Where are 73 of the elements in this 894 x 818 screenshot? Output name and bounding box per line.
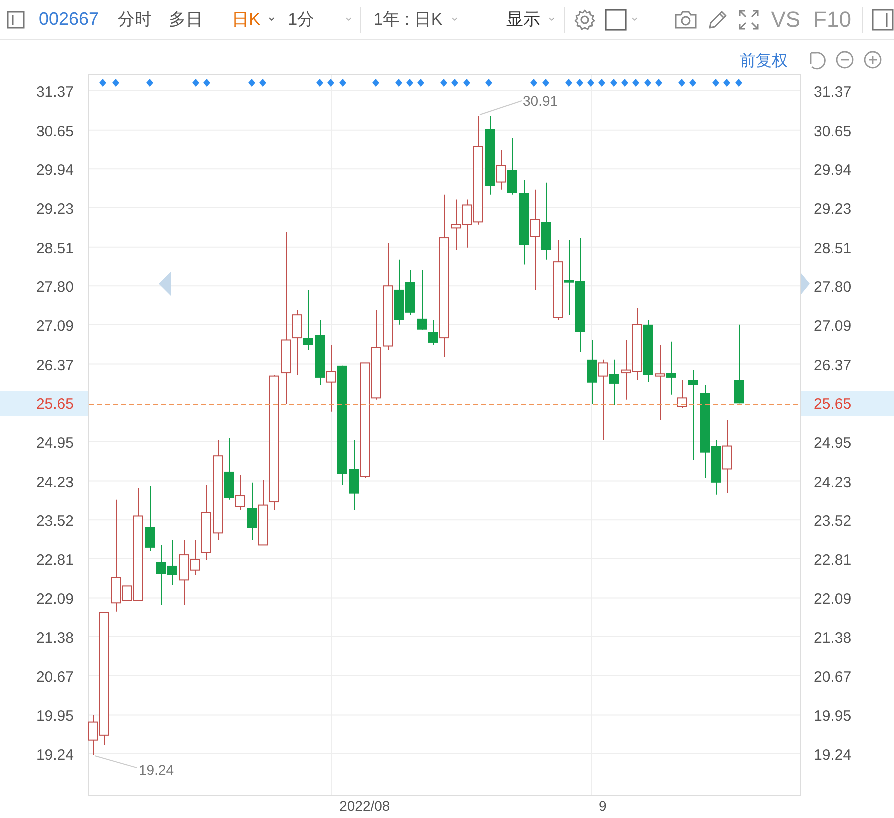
- candle: [452, 199, 462, 251]
- period-tab[interactable]: 分时: [114, 8, 156, 31]
- candle: [316, 320, 326, 386]
- price-tick-label: 22.09: [814, 591, 852, 608]
- undo-icon[interactable]: [810, 52, 826, 70]
- price-tick-label: 23.52: [36, 513, 74, 530]
- price-tick-label: 29.23: [814, 200, 852, 218]
- price-tick-label: 30.65: [36, 123, 74, 140]
- price-tick-label: 31.37: [36, 84, 74, 101]
- price-tick-label: 19.95: [36, 708, 74, 726]
- price-tick-label: 19.95: [814, 708, 852, 726]
- display-dropdown[interactable]: 显示: [502, 8, 544, 31]
- current-price-label: 25.65: [36, 396, 74, 413]
- zoom-in-icon[interactable]: [864, 51, 882, 69]
- low-price-label: 19.24: [139, 762, 174, 778]
- candle: [146, 486, 156, 552]
- price-tick-label: 21.38: [36, 630, 74, 648]
- zoom-out-icon[interactable]: [836, 51, 854, 69]
- price-tick-label: 26.37: [814, 357, 852, 374]
- scroll-right-icon[interactable]: [801, 273, 810, 295]
- price-tick-label: 29.23: [36, 200, 74, 218]
- price-tick-label: 24.23: [814, 474, 852, 492]
- date-axis-label: 2022/08: [340, 798, 390, 814]
- price-tick-label: 29.94: [36, 162, 74, 180]
- price-tick-label: 31.37: [814, 84, 852, 101]
- candle: [644, 320, 654, 383]
- price-tick-label: 24.95: [36, 434, 74, 452]
- caret-icon[interactable]: [269, 16, 276, 23]
- price-tick-label: 23.52: [814, 513, 852, 530]
- date-axis-label: 9: [598, 798, 607, 814]
- period-tab[interactable]: 多日: [165, 8, 208, 31]
- candle: [508, 138, 518, 196]
- price-tick-label: 28.51: [36, 240, 74, 258]
- price-tick-label: 21.38: [814, 630, 852, 648]
- pencil-icon[interactable]: [707, 8, 730, 30]
- price-tick-label: 19.24: [36, 747, 74, 764]
- price-tick-label: 20.67: [36, 668, 74, 686]
- high-price-label: 30.91: [523, 93, 558, 109]
- candle: [622, 340, 632, 400]
- price-tick-label: 19.24: [814, 747, 852, 764]
- price-tick-label: 22.09: [36, 591, 74, 608]
- scroll-left-icon[interactable]: [159, 272, 171, 296]
- price-tick-label: 26.37: [36, 357, 74, 374]
- leader-line: [94, 756, 138, 768]
- price-tick-label: 22.81: [814, 552, 852, 569]
- adjustment-toggle[interactable]: 前复权: [740, 51, 788, 70]
- current-price-label: 25.65: [814, 396, 852, 413]
- candle: [168, 540, 178, 586]
- price-tick-label: 20.67: [814, 668, 852, 686]
- price-tick-label: 28.51: [814, 240, 852, 258]
- price-tick-label: 27.09: [36, 318, 74, 335]
- price-tick-label: 22.81: [36, 552, 74, 569]
- settings-icon[interactable]: [574, 8, 596, 30]
- price-tick-label: 24.95: [814, 434, 852, 452]
- price-tick-label: 27.80: [36, 279, 74, 296]
- panel-toggle-icon[interactable]: [872, 8, 894, 30]
- range-dropdown[interactable]: 1年 : 日K: [370, 8, 447, 31]
- interval-dropdown[interactable]: 1分: [284, 8, 319, 31]
- price-tick-label: 24.23: [36, 474, 74, 492]
- leader-line: [480, 100, 522, 116]
- square-icon[interactable]: [604, 8, 627, 30]
- price-tick-label: 27.80: [814, 279, 852, 296]
- fullscreen-icon[interactable]: [738, 8, 760, 30]
- candle: [156, 544, 166, 606]
- candle: [304, 289, 314, 351]
- price-tick-label: 29.94: [814, 162, 852, 180]
- price-tick-label: 27.09: [814, 318, 852, 335]
- candle: [588, 340, 598, 405]
- camera-icon[interactable]: [674, 10, 698, 30]
- candle: [248, 482, 258, 541]
- price-tick-label: 30.65: [814, 123, 852, 140]
- panel-toggle-icon[interactable]: [7, 10, 25, 28]
- stock-code: 002667: [39, 9, 100, 30]
